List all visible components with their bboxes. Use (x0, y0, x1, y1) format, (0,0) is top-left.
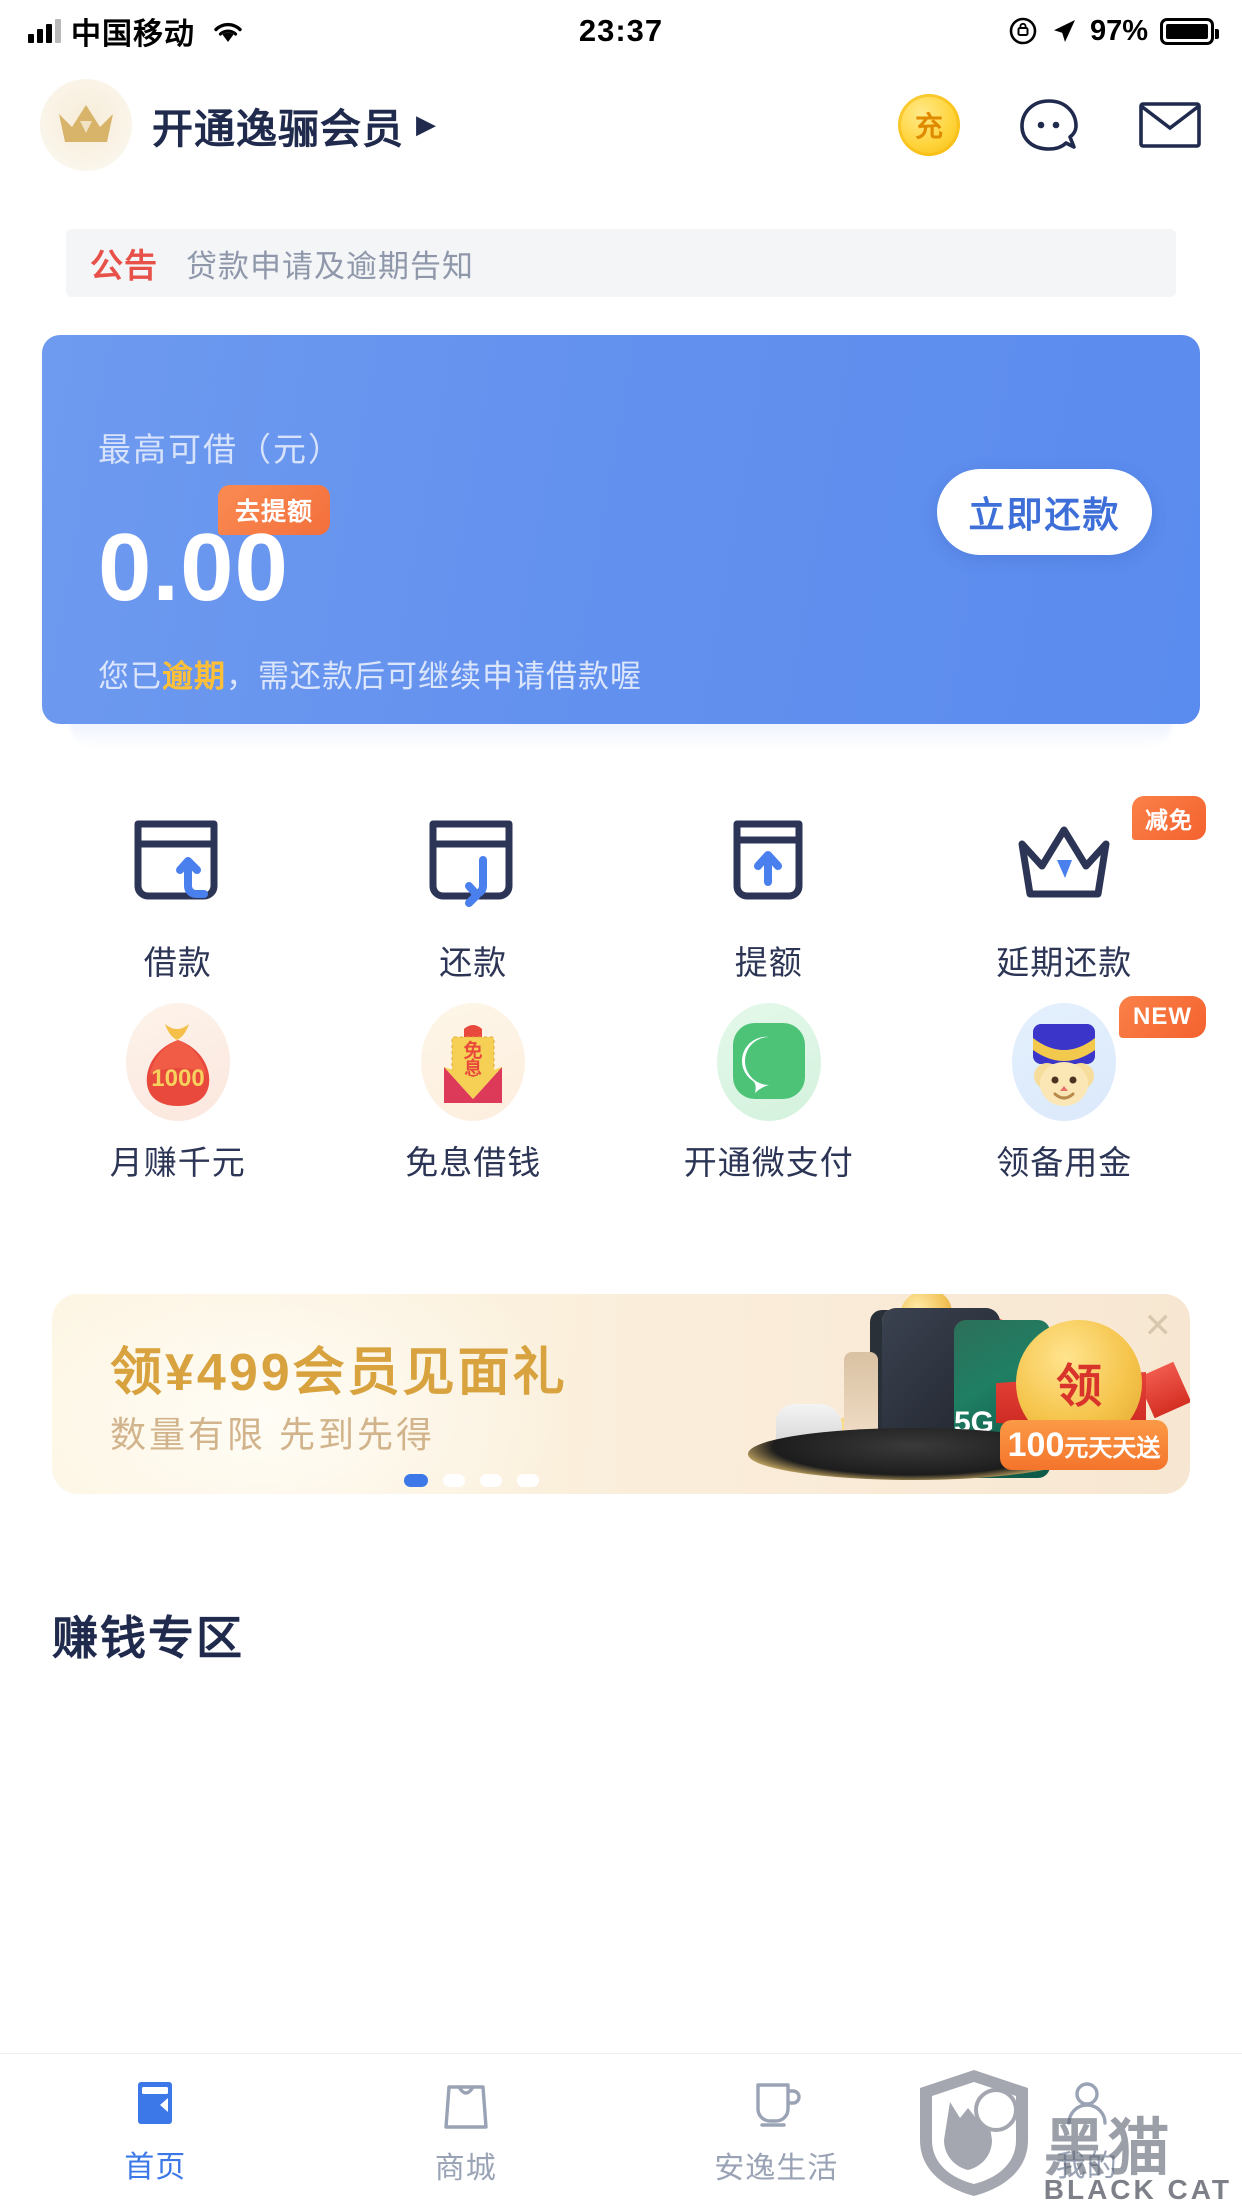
quick-action-open-micropay[interactable]: 开通微支付 (621, 1002, 917, 1184)
quick-action-label: 免息借钱 (405, 1144, 542, 1181)
carousel-dot[interactable] (443, 1474, 465, 1487)
carousel-dot-active[interactable] (404, 1474, 428, 1487)
mail-icon[interactable] (1138, 100, 1202, 150)
quick-action-label: 延期还款 (996, 944, 1133, 981)
app-header: 开通逸骊会员 ▶ 充 (0, 62, 1242, 187)
tab-home[interactable]: 首页 (0, 2054, 311, 2208)
green-check-icon (709, 1002, 829, 1122)
shop-bag-icon (444, 2085, 488, 2129)
quick-action-label: 还款 (439, 944, 508, 981)
daily-giveaway-tag: 100 元天天送 (1000, 1420, 1168, 1470)
overdue-note-prefix: 您已 (98, 658, 162, 694)
quick-action-borrow[interactable]: 借款 (30, 802, 326, 984)
promo-banner[interactable]: 领¥499会员见面礼 数量有限 先到先得 5G 领 100 元天天送 ✕ (52, 1294, 1190, 1494)
quick-action-label: 提额 (734, 944, 803, 981)
card-arrow-up-icon (709, 802, 829, 922)
watch-product-image (844, 1352, 878, 1438)
tab-mall[interactable]: 商城 (311, 2054, 622, 2208)
carrier-label: 中国移动 (71, 18, 195, 51)
signal-icon (28, 19, 61, 43)
carousel-dot[interactable] (480, 1474, 502, 1487)
quick-action-label: 月赚千元 (109, 1144, 246, 1181)
user-icon (1067, 2082, 1107, 2125)
credit-limit-label: 最高可借（元） (98, 431, 343, 468)
mouse-mascot-icon (1004, 1002, 1124, 1122)
location-arrow-icon (1053, 20, 1075, 42)
overdue-note: 您已逾期，需还款后可继续申请借款喔 (98, 651, 1144, 696)
recharge-label: 充 (914, 110, 943, 142)
chevron-right-icon[interactable]: ▶ (416, 109, 436, 140)
tab-label: 安逸生活 (714, 2152, 839, 2185)
quick-action-repay[interactable]: 还款 (326, 802, 622, 984)
quick-action-label: 领备用金 (996, 1144, 1133, 1181)
home-icon (138, 2082, 173, 2124)
overdue-keyword: 逾期 (162, 658, 226, 694)
banner-title: 领¥499会员见面礼 (110, 1344, 568, 1402)
credit-limit-card: 最高可借（元） 去提额 0.00 您已逾期，需还款后可继续申请借款喔 立即还款 (42, 335, 1200, 724)
carousel-dot[interactable] (517, 1474, 539, 1487)
quick-action-increase-limit[interactable]: 提额 (621, 802, 917, 984)
credit-card-wrapper: 最高可借（元） 去提额 0.00 您已逾期，需还款后可继续申请借款喔 立即还款 (42, 335, 1200, 724)
overdue-note-suffix: ，需还款后可继续申请借款喔 (226, 658, 642, 694)
discount-badge: 减免 (1132, 796, 1206, 840)
red-envelope-icon: 免 息 (413, 1002, 533, 1122)
quick-action-label: 开通微支付 (683, 1144, 854, 1181)
status-bar-right: 97% (1008, 14, 1219, 48)
status-bar: 中国移动 23:37 97% (0, 0, 1242, 62)
tab-label: 首页 (124, 2151, 187, 2184)
app-screen: 中国移动 23:37 97% 开通逸骊会员 ▶ 充 公告 贷款申请及逾期告知 最… (0, 0, 1242, 2208)
crown-icon (1004, 802, 1124, 922)
status-bar-left: 中国移动 (28, 9, 245, 53)
banner-subtitle: 数量有限 先到先得 (110, 1414, 436, 1455)
wifi-icon (214, 22, 242, 42)
announcement-bar[interactable]: 公告 贷款申请及逾期告知 (66, 229, 1176, 297)
tab-mine[interactable]: 我的 (932, 2054, 1242, 2208)
repay-now-button[interactable]: 立即还款 (937, 469, 1152, 555)
vip-crown-icon (40, 78, 132, 171)
announcement-tag: 公告 (90, 247, 158, 284)
close-icon[interactable]: ✕ (1144, 1306, 1173, 1346)
quick-actions-grid: 借款 还款 提额 减免 延期还款 1000 月赚千元 免 息 免息借钱 开通微支… (30, 796, 1213, 1184)
announcement-text: 贷款申请及逾期告知 (186, 248, 474, 284)
rotation-lock-icon (1009, 17, 1037, 45)
customer-service-icon[interactable] (1016, 95, 1082, 155)
new-badge: NEW (1119, 996, 1206, 1038)
carousel-dots[interactable] (404, 1474, 539, 1487)
quick-action-reserve-fund[interactable]: NEW 领备用金 (917, 996, 1213, 1184)
money-bag-icon: 1000 (118, 1002, 238, 1122)
money-bag-amount: 1000 (151, 1065, 204, 1092)
redpack-artwork: 领 100 元天天送 (996, 1316, 1168, 1470)
quick-action-interest-free[interactable]: 免 息 免息借钱 (326, 1002, 622, 1184)
earn-section-title: 赚钱专区 (52, 1612, 244, 1664)
bottom-tab-bar: 首页 商城 安逸生活 我的 (0, 2053, 1242, 2208)
quick-action-label: 借款 (143, 944, 212, 981)
recharge-coin-icon[interactable]: 充 (898, 93, 960, 156)
battery-percent-label: 97% (1089, 14, 1148, 47)
quick-action-earn-monthly[interactable]: 1000 月赚千元 (30, 1002, 326, 1184)
giveaway-suffix: 元天天送 (1064, 1434, 1161, 1462)
tab-label: 商城 (434, 2152, 497, 2185)
card-arrow-out-icon (413, 802, 533, 922)
quick-action-defer-repay[interactable]: 减免 延期还款 (917, 796, 1213, 984)
giveaway-amount: 100 (1007, 1425, 1065, 1464)
battery-icon (1160, 17, 1219, 45)
tab-anyi-life[interactable]: 安逸生活 (621, 2054, 932, 2208)
vip-title[interactable]: 开通逸骊会员 (152, 95, 404, 155)
banner-artwork: 5G 领 100 元天天送 (670, 1294, 1190, 1494)
cup-icon (756, 2083, 801, 2127)
card-arrow-in-icon (118, 802, 238, 922)
tab-label: 我的 (1055, 2150, 1118, 2183)
header-icon-group: 充 (898, 93, 1202, 156)
